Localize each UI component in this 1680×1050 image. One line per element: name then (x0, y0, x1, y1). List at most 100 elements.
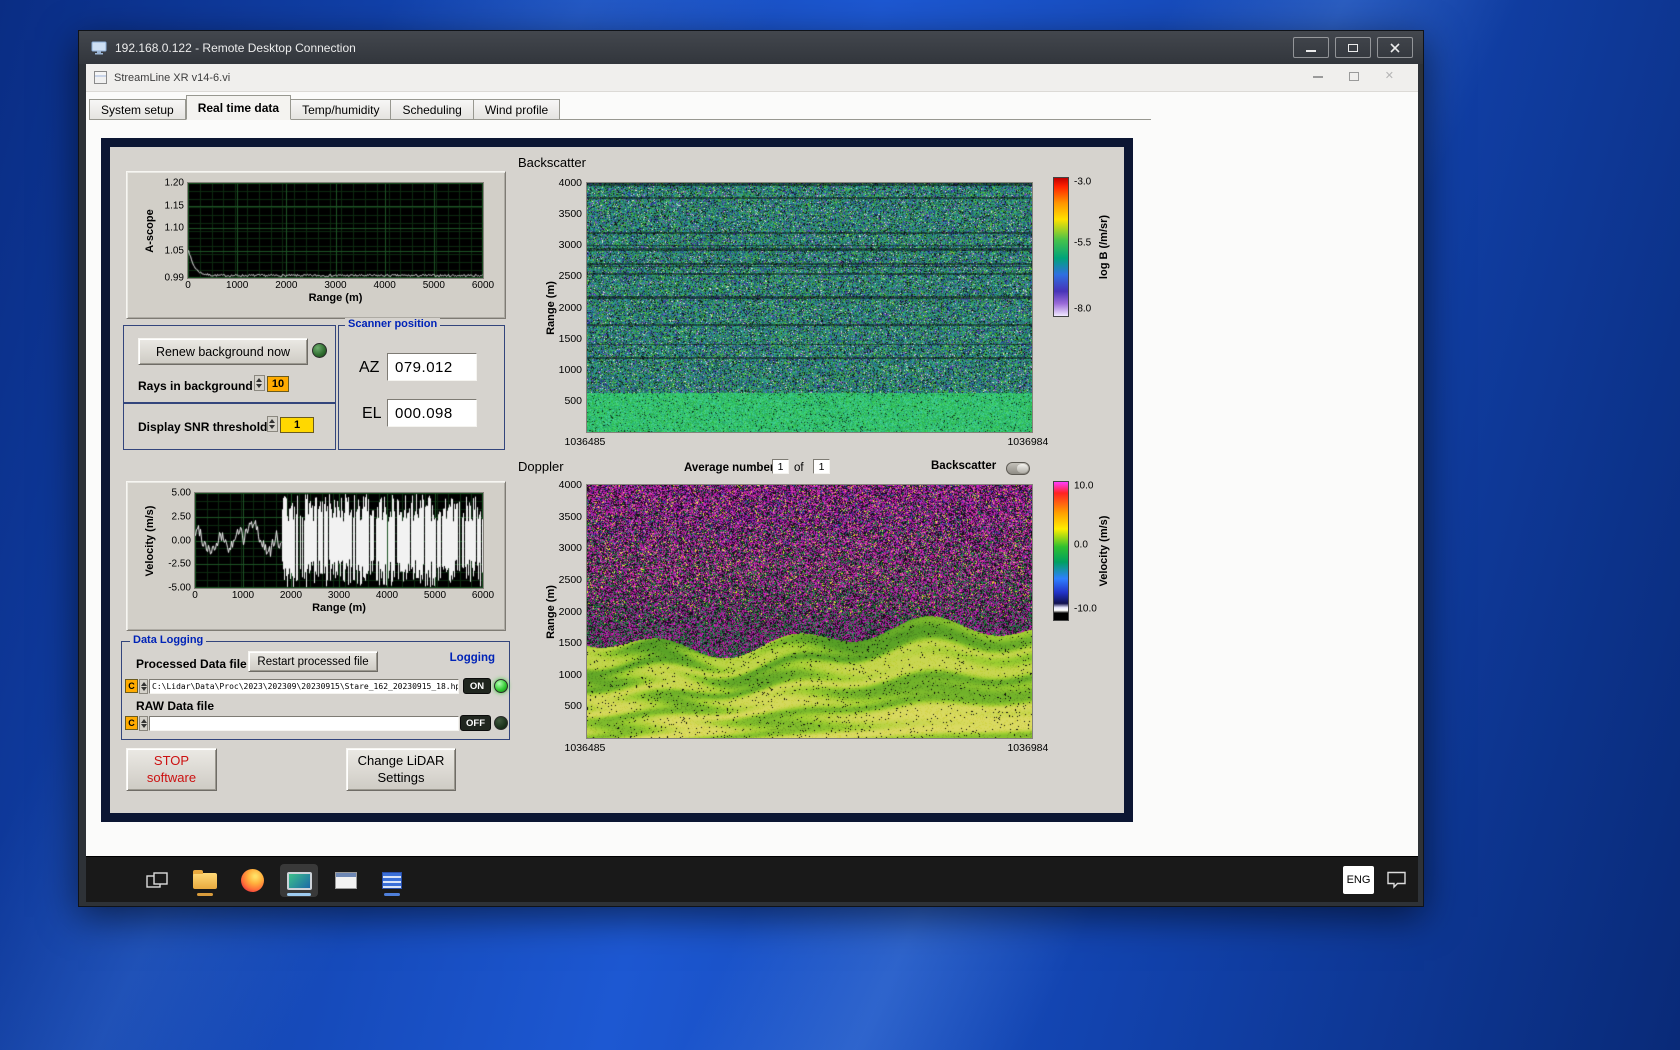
average-of-label: of (794, 462, 804, 474)
backscatter-cbar-label: log B (/m/sr) (1098, 214, 1110, 280)
average-total-input[interactable]: 1 (813, 459, 830, 474)
doppler-section-label: Doppler (518, 459, 564, 474)
doppler-ytick: 1500 (558, 637, 582, 650)
velocity-xtick: 0 (192, 590, 198, 601)
raw-logging-led[interactable] (494, 716, 508, 730)
scheduler-window-icon (335, 872, 357, 889)
restart-processed-file-button[interactable]: Restart processed file (248, 651, 378, 672)
backscatter-ytick: 2500 (558, 270, 582, 283)
raw-path-spinner[interactable] (139, 716, 148, 731)
snr-value-input[interactable]: 1 (280, 417, 314, 433)
doppler-ytick: 500 (564, 700, 582, 713)
a-scope-ytick: 1.05 (164, 245, 184, 257)
scan-scheduler-button[interactable] (327, 864, 365, 897)
a-scope-ytick: 0.99 (164, 272, 184, 284)
renew-background-led (312, 343, 327, 358)
rdp-minimize-button[interactable] (1293, 37, 1329, 58)
rays-value-input[interactable]: 10 (267, 376, 289, 392)
processed-path-spinner[interactable] (139, 679, 148, 694)
snr-threshold-label: Display SNR threshold (138, 420, 268, 434)
rays-spinner[interactable] (254, 375, 265, 391)
doppler-cbar-tick: 0.0 (1074, 539, 1088, 551)
stop-button-line1: STOP (153, 752, 190, 768)
rdp-close-button[interactable] (1377, 37, 1413, 58)
renew-background-button[interactable]: Renew background now (138, 338, 308, 365)
notification-icon[interactable] (1386, 870, 1407, 894)
file-explorer-button[interactable] (186, 864, 224, 897)
data-logging-title: Data Logging (130, 634, 207, 646)
doppler-colorbar: 10.0 0.0 -10.0 Velocity (m/s) (1053, 481, 1110, 621)
taskbar: ENG (86, 856, 1418, 902)
background-controls-group: Renew background now Rays in background … (123, 325, 336, 403)
velocity-xtick: 2000 (279, 590, 303, 601)
a-scope-plot: 1.20 1.15 1.10 1.05 0.99 0 1000 2000 300… (144, 178, 494, 305)
rdp-window-title: 192.168.0.122 - Remote Desktop Connectio… (115, 40, 356, 55)
tab-scheduling[interactable]: Scheduling (391, 99, 474, 120)
backscatter-toggle[interactable] (1006, 462, 1030, 475)
app-restore-icon[interactable] (1348, 72, 1359, 81)
tab-system-setup[interactable]: System setup (89, 99, 186, 120)
processed-path-field[interactable]: C:\Lidar\Data\Proc\2023\202309\20230915\… (149, 679, 459, 694)
velocity-xtick: 5000 (423, 590, 447, 601)
logging-label: Logging (449, 652, 495, 664)
raw-path-field[interactable] (149, 716, 459, 731)
scanner-position-group: Scanner position AZ 079.012 EL 000.098 (338, 318, 505, 450)
stop-software-button[interactable]: STOP software (126, 748, 217, 791)
a-scope-xtick: 3000 (324, 280, 347, 291)
velocity-canvas (195, 493, 483, 588)
tab-temp-humidity[interactable]: Temp/humidity (291, 99, 392, 120)
tab-wind-profile[interactable]: Wind profile (473, 99, 561, 120)
backscatter-ytick: 500 (564, 394, 582, 407)
velocity-ytick: 2.50 (171, 511, 191, 523)
doppler-ytick: 1000 (558, 668, 582, 681)
backscatter-ytick: 2000 (558, 301, 582, 314)
running-indicator (384, 893, 400, 896)
a-scope-ytick: 1.20 (164, 177, 184, 189)
a-scope-xtick: 0 (185, 280, 191, 291)
snr-spinner[interactable] (267, 416, 278, 432)
task-view-button[interactable] (138, 864, 176, 897)
folder-icon (193, 869, 217, 889)
doppler-cbar-tick: 10.0 (1074, 480, 1094, 492)
language-indicator[interactable]: ENG (1343, 866, 1374, 894)
velocity-xtick: 6000 (471, 590, 495, 601)
app-title: StreamLine XR v14-6.vi (114, 71, 231, 84)
doppler-ytick: 3500 (558, 510, 582, 523)
raw-drive-selector[interactable]: C (125, 716, 138, 730)
doppler-ytick: 2500 (558, 573, 582, 586)
processed-path-text: C:\Lidar\Data\Proc\2023\202309\20230915\… (152, 682, 459, 691)
doppler-cbar-tick: -10.0 (1074, 603, 1097, 615)
close-icon (1390, 42, 1400, 53)
a-scope-xtick: 4000 (373, 280, 396, 291)
a-scope-ytick: 1.10 (164, 222, 184, 234)
toggle-knob (1017, 464, 1028, 473)
data-viewer-button[interactable] (373, 864, 411, 897)
app-titlebar[interactable]: StreamLine XR v14-6.vi ✕ (86, 64, 1418, 92)
processed-logging-led[interactable] (494, 679, 508, 693)
firefox-button[interactable] (233, 864, 271, 897)
doppler-ytick: 4000 (558, 479, 582, 491)
processed-drive-selector[interactable]: C (125, 679, 138, 693)
average-number-input[interactable]: 1 (772, 459, 789, 474)
tab-bar: System setup Real time data Temp/humidit… (89, 94, 561, 120)
main-panel-frame: 1.20 1.15 1.10 1.05 0.99 0 1000 2000 300… (101, 138, 1133, 822)
velocity-xlabel: Range (m) (312, 602, 366, 614)
az-readout: 079.012 (387, 353, 477, 381)
rdp-titlebar[interactable]: 192.168.0.122 - Remote Desktop Connectio… (79, 31, 1423, 64)
change-lidar-settings-button[interactable]: Change LiDAR Settings (346, 748, 456, 791)
backscatter-heatmap: 4000 3500 3000 2500 2000 1500 1000 500 R… (545, 177, 1048, 448)
app-close-icon[interactable]: ✕ (1385, 71, 1394, 82)
backscatter-colorbar: -3.0 -5.5 -8.0 log B (/m/sr) (1053, 177, 1110, 317)
remote-desktop-viewport: StreamLine XR v14-6.vi ✕ System setup Re… (86, 64, 1418, 902)
backscatter-ytick: 1500 (558, 332, 582, 345)
backscatter-ylabel: Range (m) (545, 280, 557, 335)
tab-real-time-data[interactable]: Real time data (185, 95, 292, 120)
active-app-button[interactable] (280, 864, 318, 897)
raw-data-file-label: RAW Data file (136, 699, 215, 713)
app-minimize-icon[interactable] (1312, 75, 1323, 78)
doppler-x-start: 1036485 (564, 742, 606, 754)
rdp-maximize-button[interactable] (1335, 37, 1371, 58)
doppler-cbar-label: Velocity (m/s) (1098, 515, 1110, 587)
velocity-ytick: -2.50 (168, 558, 191, 570)
processed-logging-state: ON (463, 678, 491, 694)
